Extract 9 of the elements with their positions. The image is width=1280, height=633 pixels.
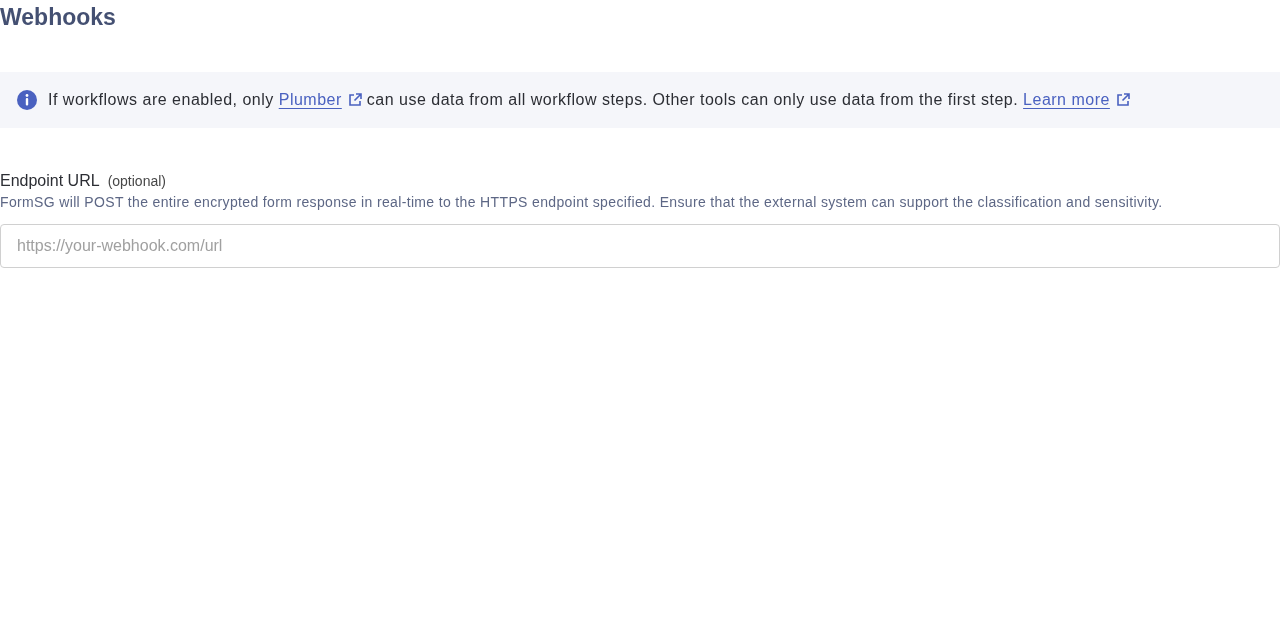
link[interactable]: Plumber — [278, 91, 362, 108]
info-message: If workflows are enabled, only Plumber can use data from all workflow steps. Other tools can only use data from the first step. Learn more — [48, 88, 1130, 112]
endpoint-url-input[interactable]: https://your-webhook.com/url — [0, 224, 1280, 268]
optional-tag: (optional) — [107, 171, 166, 191]
field-label: Endpoint URL — [0, 171, 100, 191]
page-title: Webhooks — [0, 3, 116, 31]
link[interactable]: Learn more — [1023, 91, 1130, 108]
info-icon — [16, 89, 38, 111]
field-description: FormSG will POST the entire encrypted form response in real-time to the HTTPS endpoint specified. Ensure that the external system can support the classification and sensitivity. — [0, 193, 1163, 212]
